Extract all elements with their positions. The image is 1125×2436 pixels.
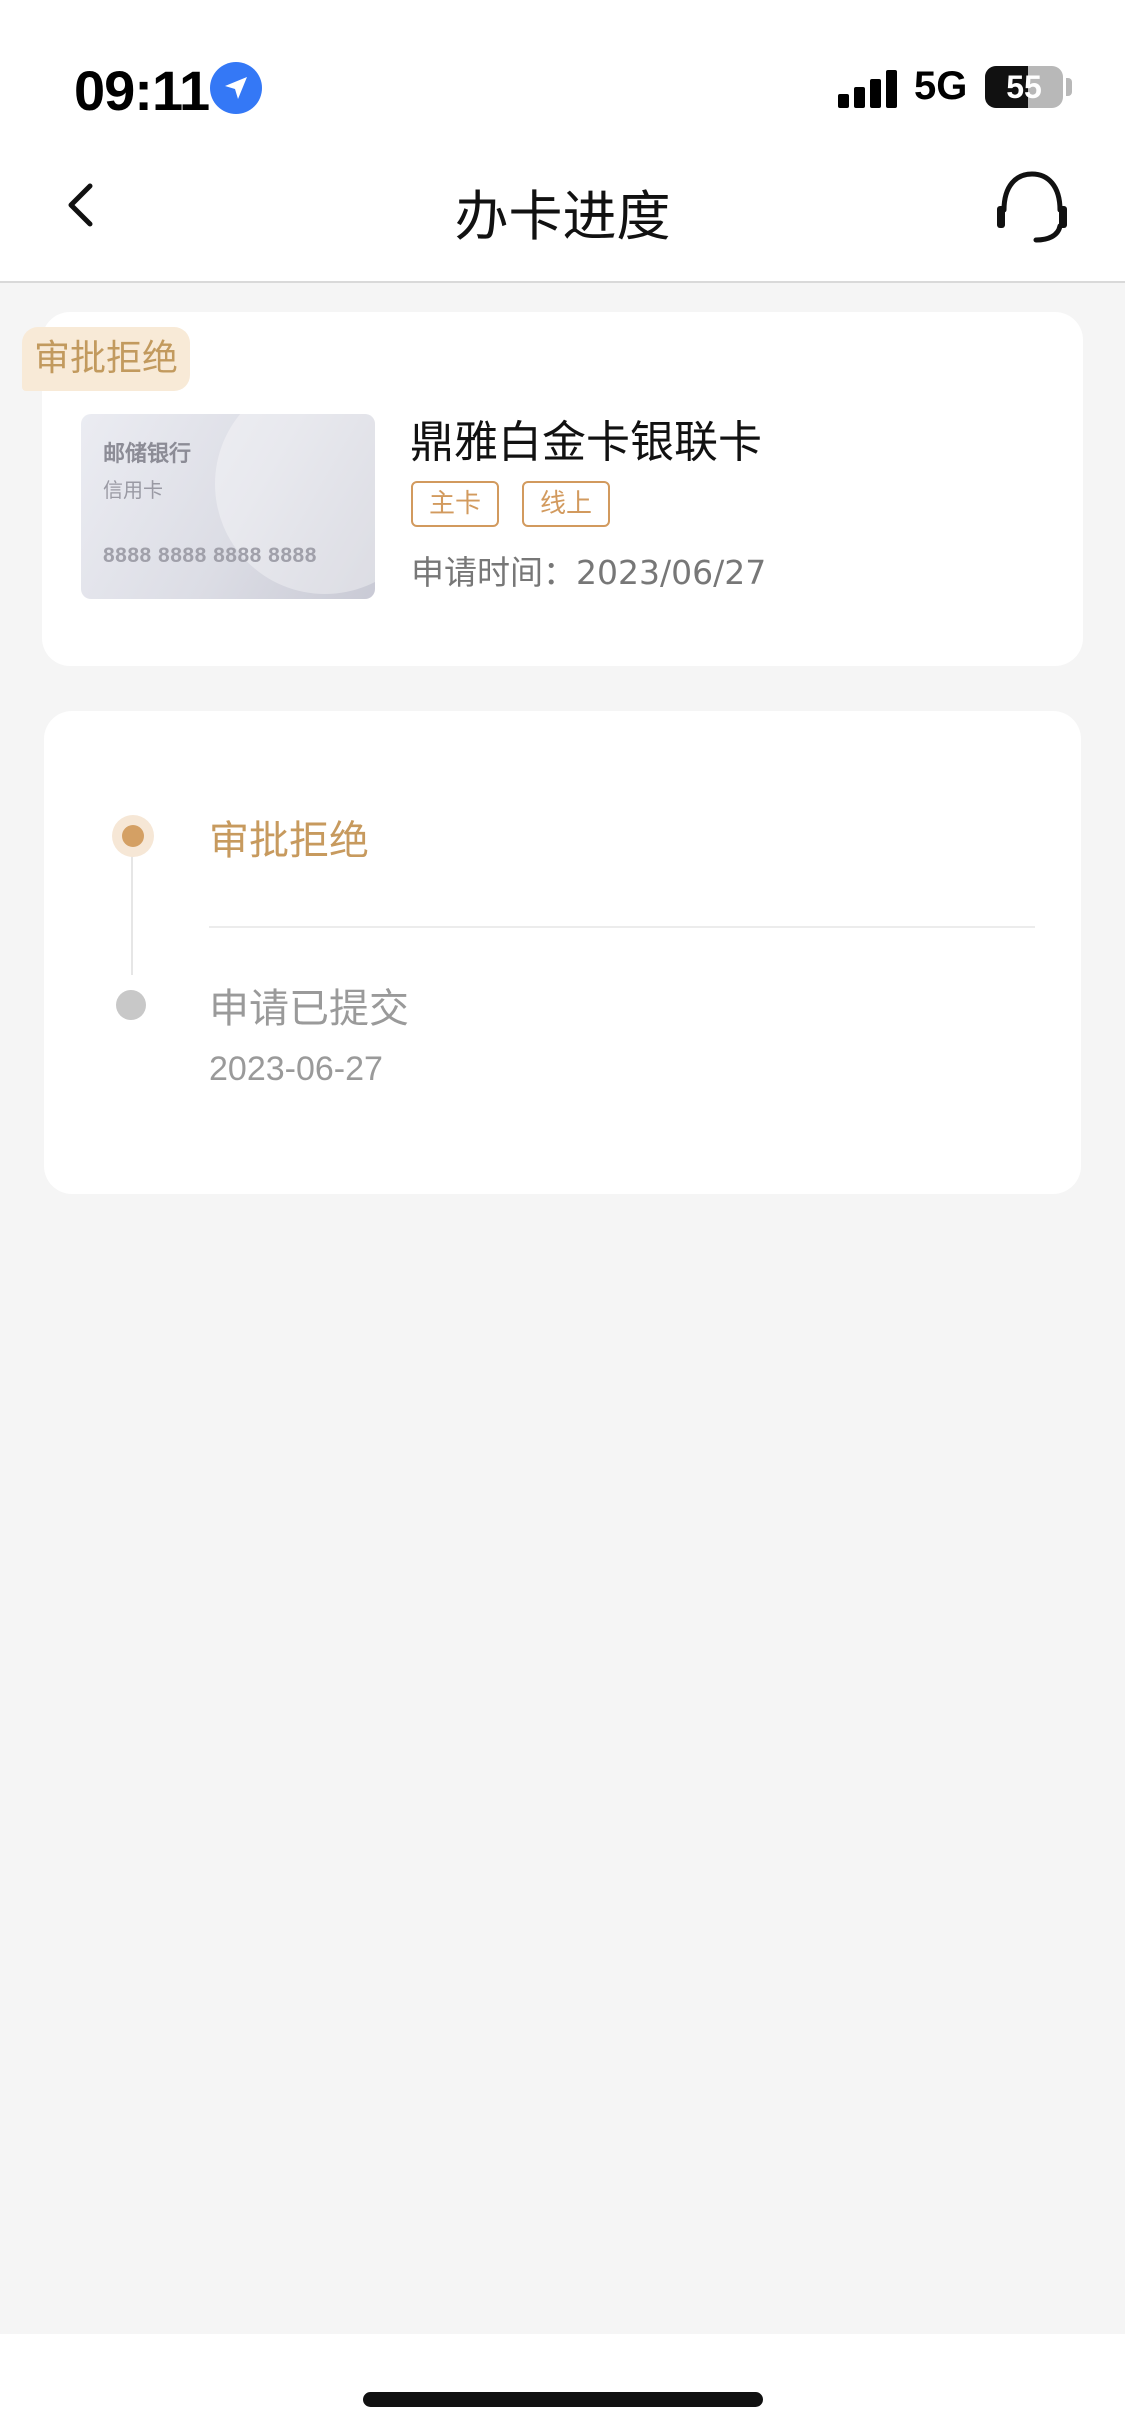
timeline-step-date: 2023-06-27 xyxy=(209,1050,383,1088)
card-image: 邮储银行 信用卡 8888 8888 8888 8888 xyxy=(81,414,375,599)
home-indicator[interactable] xyxy=(363,2392,763,2407)
timeline-dot-active xyxy=(112,815,154,857)
card-product-name: 鼎雅白金卡银联卡 xyxy=(410,417,762,468)
progress-timeline-panel xyxy=(44,711,1081,1194)
page-title: 办卡进度 xyxy=(454,185,671,248)
card-bank-name: 邮储银行 xyxy=(103,442,192,467)
battery-icon: 55 xyxy=(985,66,1063,108)
badge-primary-card: 主卡 xyxy=(411,481,500,527)
signal-icon xyxy=(838,70,900,108)
headset-icon xyxy=(997,171,1067,243)
apply-time: 申请时间：2023/06/27 xyxy=(411,553,767,592)
battery-percent: 55 xyxy=(1006,69,1042,105)
timeline-step-title: 申请已提交 xyxy=(209,986,409,1032)
location-arrow-icon xyxy=(210,62,262,114)
timeline-connector xyxy=(131,850,133,975)
timeline-dot xyxy=(116,990,146,1020)
card-type-label: 信用卡 xyxy=(103,478,163,502)
status-tag: 审批拒绝 xyxy=(22,327,191,391)
status-time: 09:11 xyxy=(74,59,210,122)
network-label: 5G xyxy=(914,64,968,108)
battery-cap xyxy=(1066,78,1072,96)
timeline-divider xyxy=(209,926,1035,928)
customer-service-button[interactable] xyxy=(990,166,1074,246)
badge-online: 线上 xyxy=(522,481,611,527)
bottom-safe-area xyxy=(0,2334,1125,2436)
top-bar: 09:11 5G 55 办卡进度 xyxy=(0,0,1125,283)
card-number: 8888 8888 8888 8888 xyxy=(103,544,317,567)
timeline-step-title: 审批拒绝 xyxy=(209,818,369,864)
